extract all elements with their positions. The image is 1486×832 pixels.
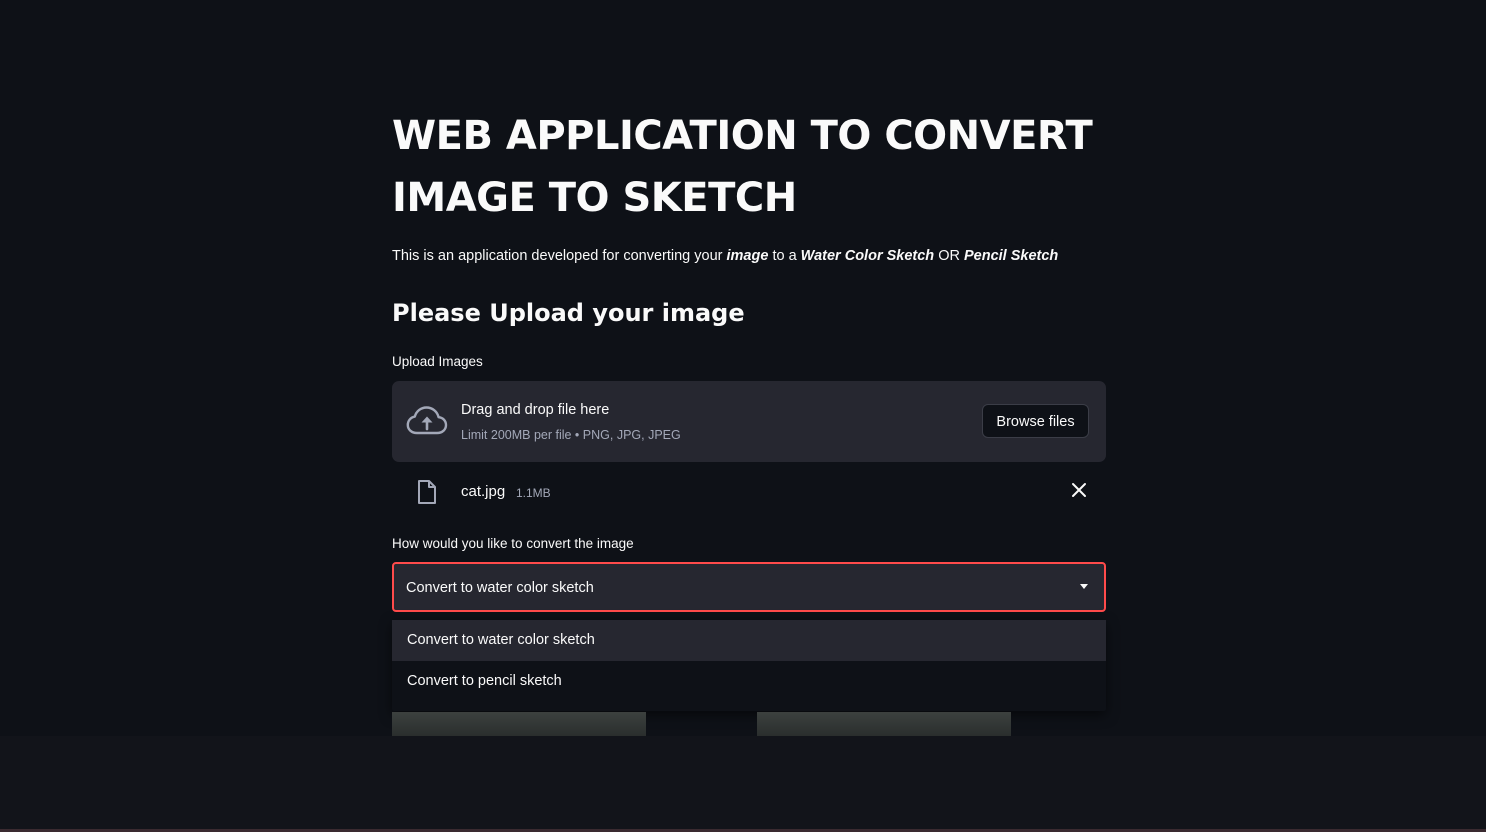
option-pencil-sketch[interactable]: Convert to pencil sketch	[392, 661, 1106, 702]
bottom-band	[0, 736, 1486, 832]
intro-text: This is an application developed for con…	[392, 246, 1106, 266]
browse-files-button[interactable]: Browse files	[982, 404, 1089, 438]
intro-emph-image: image	[726, 248, 769, 264]
image-preview-original	[392, 712, 646, 736]
dropzone-limit: Limit 200MB per file • PNG, JPG, JPEG	[461, 428, 681, 442]
conversion-dropdown-menu: Convert to water color sketch Convert to…	[392, 620, 1106, 711]
intro-mid-1: to a	[768, 248, 801, 264]
file-dropzone[interactable]: Drag and drop file here Limit 200MB per …	[392, 381, 1106, 462]
uploaded-file-row: cat.jpg 1.1MB	[392, 472, 1106, 512]
convert-label: How would you like to convert the image	[392, 536, 634, 551]
file-icon	[418, 480, 436, 504]
intro-mid-2: OR	[934, 248, 964, 264]
option-water-color-sketch[interactable]: Convert to water color sketch	[392, 620, 1106, 661]
intro-emph-pencil: Pencil Sketch	[963, 248, 1059, 264]
uploaded-file-name: cat.jpg	[461, 483, 506, 500]
close-icon[interactable]	[1070, 481, 1088, 499]
upload-heading: Please Upload your image	[392, 299, 745, 327]
dropzone-instructions: Drag and drop file here	[461, 402, 610, 418]
app-page: WEB APPLICATION TO CONVERT IMAGE TO SKET…	[0, 0, 1486, 832]
image-preview-sketch	[757, 712, 1011, 736]
page-title: WEB APPLICATION TO CONVERT IMAGE TO SKET…	[392, 113, 1093, 221]
uploaded-file-size: 1.1MB	[516, 486, 551, 500]
conversion-select[interactable]: Convert to water color sketch	[392, 562, 1106, 612]
intro-prefix: This is an application developed for con…	[392, 248, 727, 264]
chevron-down-icon[interactable]	[1080, 584, 1088, 589]
intro-emph-watercolor: Water Color Sketch	[800, 248, 935, 264]
select-value: Convert to water color sketch	[406, 580, 594, 596]
cloud-upload-icon	[406, 406, 448, 435]
upload-label: Upload Images	[392, 354, 483, 369]
